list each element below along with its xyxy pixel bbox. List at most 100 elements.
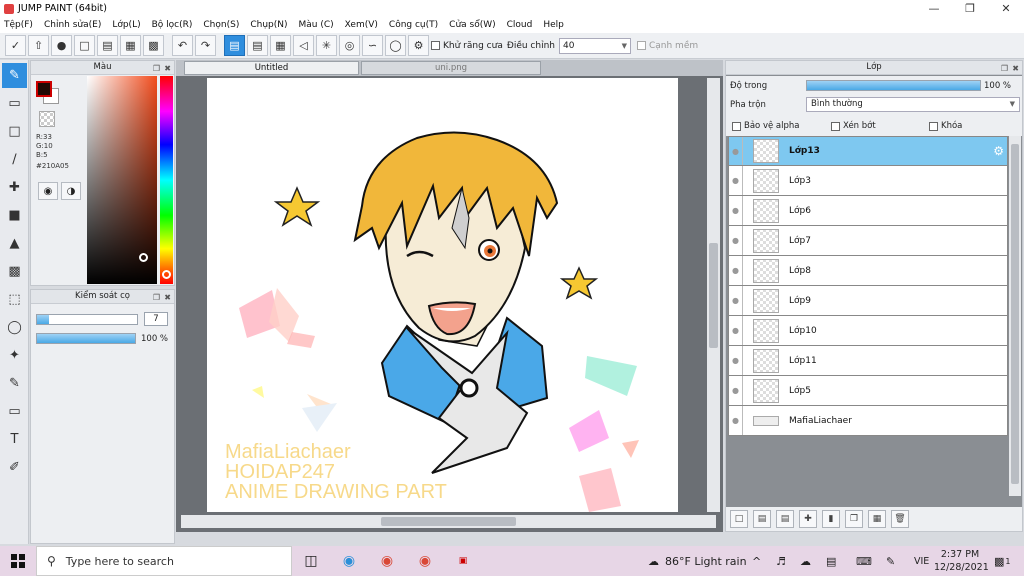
adjust-select[interactable]: 40 ▼ (558, 37, 631, 54)
layer-item[interactable]: ● Lớp11 (728, 346, 1008, 376)
taskbar-search[interactable]: ⚲ Type here to search (36, 546, 292, 576)
app-icon[interactable]: ▣ (444, 546, 482, 576)
fill-rect-tool-icon[interactable]: ■ (2, 203, 27, 228)
speaker-icon[interactable]: ♬ (776, 546, 786, 576)
layer-item[interactable]: ● Lớp8 (728, 256, 1008, 286)
ruler-settings-icon[interactable]: ⚙ (408, 35, 429, 56)
new-layer-8bit-icon[interactable]: ▤ (753, 510, 771, 528)
visibility-eye-icon[interactable]: ● (729, 137, 743, 165)
visibility-eye-icon[interactable]: ● (729, 406, 743, 435)
undo-icon[interactable]: ↶ (172, 35, 193, 56)
rect-select-tool-icon[interactable]: □ (2, 119, 27, 144)
eraser-tool-icon[interactable]: ▭ (2, 91, 27, 116)
tab-uni-png[interactable]: uni.png (361, 61, 541, 75)
visibility-eye-icon[interactable]: ● (729, 346, 743, 375)
layer-item[interactable]: ● MafiaLiachaer (728, 406, 1008, 436)
brush-size-slider[interactable] (36, 314, 138, 325)
delete-layer-icon[interactable]: 🗑 (891, 510, 909, 528)
blend-mode-select[interactable]: Bình thường ▼ (806, 97, 1020, 112)
network-icon[interactable]: ▤ (826, 546, 836, 576)
circle-icon[interactable]: ◯ (385, 35, 406, 56)
hue-slider-handle[interactable] (162, 270, 171, 279)
bucket-tool-icon[interactable]: ▲ (2, 231, 27, 256)
menu-color[interactable]: Màu (C) (299, 20, 334, 30)
menu-capture[interactable]: Chụp(N) (250, 20, 287, 30)
clock[interactable]: 2:37 PM 12/28/2021 (934, 548, 989, 574)
keyboard-icon[interactable]: ⌨ (856, 546, 872, 576)
scroll-thumb[interactable] (709, 243, 718, 348)
visibility-eye-icon[interactable]: ● (729, 376, 743, 405)
close-button[interactable]: ✕ (988, 0, 1024, 17)
radial-icon[interactable]: ✳ (316, 35, 337, 56)
new-layer-1bit-icon[interactable]: ▤ (776, 510, 794, 528)
chevron-up-icon[interactable]: ^ (752, 546, 761, 576)
scroll-thumb[interactable] (1011, 144, 1019, 484)
magic-wand-tool-icon[interactable]: ✦ (2, 343, 27, 368)
duplicate-layer-icon[interactable]: ❐ (845, 510, 863, 528)
lines-icon[interactable]: ▤ (247, 35, 268, 56)
hue-slider[interactable] (160, 76, 173, 284)
soft-edge-checkbox[interactable]: Cạnh mềm (636, 41, 698, 51)
tab-untitled[interactable]: Untitled (184, 61, 359, 75)
select-eraser-tool-icon[interactable]: ▭ (2, 399, 27, 424)
menu-layer[interactable]: Lớp(L) (112, 20, 140, 30)
language-indicator[interactable]: VIE (914, 546, 929, 576)
close-icon[interactable]: ✖ (164, 62, 171, 75)
visibility-eye-icon[interactable]: ● (729, 196, 743, 225)
select-tool-icon[interactable]: ⬚ (2, 287, 27, 312)
move-tool-icon[interactable]: ✚ (2, 175, 27, 200)
select-pen-tool-icon[interactable]: ✎ (2, 371, 27, 396)
cloud-icon[interactable]: ✓ (5, 35, 26, 56)
layer-item[interactable]: ● Lớp5 (728, 376, 1008, 406)
gear-icon[interactable]: ⚙ (993, 144, 1004, 158)
panels-icon[interactable]: ▩ (143, 35, 164, 56)
brush-tool-icon[interactable]: ✎ (2, 63, 27, 88)
undock-icon[interactable]: ❐ (1001, 62, 1008, 75)
comment-icon[interactable]: ● (51, 35, 72, 56)
concentric-icon[interactable]: ◎ (339, 35, 360, 56)
chrome-icon[interactable]: ◉ (406, 546, 444, 576)
menu-window[interactable]: Cửa sổ(W) (449, 20, 495, 30)
palette-icon[interactable]: ◉ (38, 182, 58, 200)
lock-checkbox[interactable]: Khóa (929, 121, 962, 131)
menu-file[interactable]: Tệp(F) (4, 20, 33, 30)
layer-item[interactable]: ● Lớp7 (728, 226, 1008, 256)
menu-view[interactable]: Xem(V) (345, 20, 378, 30)
palette-settings-icon[interactable]: ◑ (61, 182, 81, 200)
menu-tools[interactable]: Công cụ(T) (389, 20, 438, 30)
lasso-tool-icon[interactable]: ◯ (2, 315, 27, 340)
drawing-canvas[interactable]: MafiaLiachaer HOIDAP247 ANIME DRAWING PA… (207, 78, 678, 512)
windows-start-icon[interactable] (0, 546, 36, 576)
menu-cloud[interactable]: Cloud (507, 20, 533, 30)
transparent-color-swatch[interactable] (39, 111, 55, 127)
grid-icon[interactable]: ▦ (270, 35, 291, 56)
new-layer-icon[interactable]: □ (730, 510, 748, 528)
layer-list-scrollbar[interactable] (1009, 136, 1021, 496)
cloud-icon[interactable]: ☁ (800, 546, 811, 576)
hatching-icon[interactable]: ▤ (224, 35, 245, 56)
color-picker-handle[interactable] (139, 253, 148, 262)
chrome-icon[interactable]: ◉ (368, 546, 406, 576)
foreground-color-swatch[interactable] (36, 81, 52, 97)
menu-select[interactable]: Chọn(S) (203, 20, 239, 30)
notification-icon[interactable]: ▩ 1 (994, 546, 1011, 576)
chat-icon[interactable]: □ (74, 35, 95, 56)
layer-item[interactable]: ● Lớp10 (728, 316, 1008, 346)
visibility-eye-icon[interactable]: ● (729, 226, 743, 255)
merge-layer-icon[interactable]: ▦ (868, 510, 886, 528)
grid-settings-icon[interactable]: ▦ (120, 35, 141, 56)
saturation-value-picker[interactable] (87, 76, 157, 284)
document-icon[interactable]: ▤ (97, 35, 118, 56)
brush-opacity-slider[interactable] (36, 333, 136, 344)
layer-opacity-slider[interactable] (806, 80, 981, 91)
menu-help[interactable]: Help (543, 20, 564, 30)
text-tool-icon[interactable]: T (2, 427, 27, 452)
canvas-vertical-scrollbar[interactable] (707, 78, 720, 512)
gradient-tool-icon[interactable]: ▩ (2, 259, 27, 284)
layer-item[interactable]: ● Lớp13 ⚙ (728, 136, 1008, 166)
menu-edit[interactable]: Chỉnh sửa(E) (44, 20, 101, 30)
canvas-horizontal-scrollbar[interactable] (181, 515, 716, 528)
brush-size-value[interactable]: 7 (144, 312, 168, 326)
layer-item[interactable]: ● Lớp9 (728, 286, 1008, 316)
export-icon[interactable]: ⇧ (28, 35, 49, 56)
